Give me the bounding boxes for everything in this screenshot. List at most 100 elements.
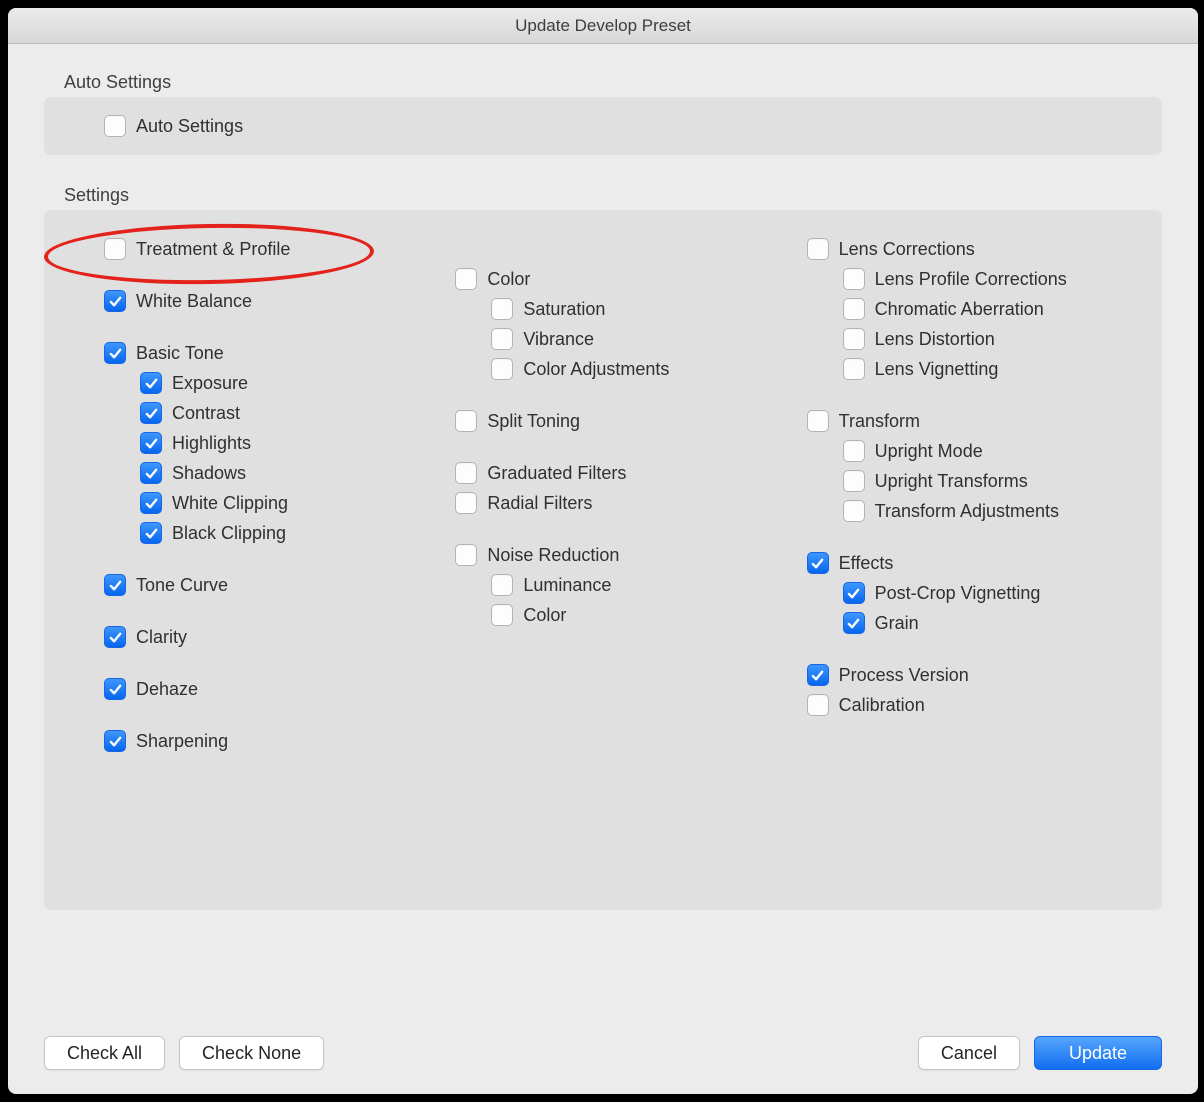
setting-label-black-clipping: Black Clipping [172, 523, 286, 544]
spacer [807, 384, 1138, 406]
setting-row-treatment-profile: Treatment & Profile [104, 234, 435, 264]
title-bar: Update Develop Preset [8, 8, 1198, 44]
setting-checkbox-lens-profile-corrections[interactable] [843, 268, 865, 290]
setting-row-effects: Effects [807, 548, 1138, 578]
setting-checkbox-grain[interactable] [843, 612, 865, 634]
setting-checkbox-upright-mode[interactable] [843, 440, 865, 462]
setting-checkbox-graduated-filters[interactable] [455, 462, 477, 484]
setting-checkbox-post-crop-vignetting[interactable] [843, 582, 865, 604]
setting-checkbox-luminance[interactable] [491, 574, 513, 596]
setting-row-tone-curve: Tone Curve [104, 570, 435, 600]
setting-checkbox-noise-reduction[interactable] [455, 544, 477, 566]
setting-checkbox-lens-distortion[interactable] [843, 328, 865, 350]
setting-row-upright-mode: Upright Mode [807, 436, 1138, 466]
auto-settings-panel: Auto Settings [44, 97, 1162, 155]
setting-label-contrast: Contrast [172, 403, 240, 424]
setting-label-lens-corrections: Lens Corrections [839, 239, 975, 260]
setting-row-transform: Transform [807, 406, 1138, 436]
setting-label-lens-profile-corrections: Lens Profile Corrections [875, 269, 1067, 290]
setting-checkbox-color-adjustments[interactable] [491, 358, 513, 380]
setting-label-clarity: Clarity [136, 627, 187, 648]
dialog-body: Auto Settings Auto Settings Settings Tre… [8, 44, 1198, 1094]
setting-label-tone-curve: Tone Curve [136, 575, 228, 596]
auto-settings-label: Auto Settings [136, 116, 243, 137]
setting-row-graduated-filters: Graduated Filters [455, 458, 786, 488]
setting-row-vibrance: Vibrance [455, 324, 786, 354]
setting-row-white-balance: White Balance [104, 286, 435, 316]
setting-checkbox-color[interactable] [455, 268, 477, 290]
setting-row-color: Color [455, 264, 786, 294]
setting-label-exposure: Exposure [172, 373, 248, 394]
setting-row-upright-transforms: Upright Transforms [807, 466, 1138, 496]
setting-label-radial-filters: Radial Filters [487, 493, 592, 514]
spacer [807, 526, 1138, 548]
setting-checkbox-calibration[interactable] [807, 694, 829, 716]
setting-label-vibrance: Vibrance [523, 329, 594, 350]
setting-label-sharpening: Sharpening [136, 731, 228, 752]
setting-checkbox-treatment-profile[interactable] [104, 238, 126, 260]
auto-settings-checkbox[interactable] [104, 115, 126, 137]
setting-checkbox-white-clipping[interactable] [140, 492, 162, 514]
spacer [104, 316, 435, 338]
check-all-label: Check All [67, 1043, 142, 1064]
cancel-button[interactable]: Cancel [918, 1036, 1020, 1070]
setting-checkbox-sharpening[interactable] [104, 730, 126, 752]
setting-checkbox-lens-corrections[interactable] [807, 238, 829, 260]
setting-row-shadows: Shadows [104, 458, 435, 488]
setting-checkbox-vibrance[interactable] [491, 328, 513, 350]
update-button[interactable]: Update [1034, 1036, 1162, 1070]
setting-row-sharpening: Sharpening [104, 726, 435, 756]
setting-label-transform-adjustments: Transform Adjustments [875, 501, 1059, 522]
setting-checkbox-dehaze[interactable] [104, 678, 126, 700]
setting-checkbox-saturation[interactable] [491, 298, 513, 320]
setting-label-color-adjustments: Color Adjustments [523, 359, 669, 380]
setting-checkbox-basic-tone[interactable] [104, 342, 126, 364]
setting-checkbox-split-toning[interactable] [455, 410, 477, 432]
check-all-button[interactable]: Check All [44, 1036, 165, 1070]
setting-label-lens-distortion: Lens Distortion [875, 329, 995, 350]
settings-panel: Treatment & Profile White Balance Basic To… [44, 210, 1162, 910]
setting-checkbox-transform[interactable] [807, 410, 829, 432]
setting-label-saturation: Saturation [523, 299, 605, 320]
spacer [455, 384, 786, 406]
setting-checkbox-lens-vignetting[interactable] [843, 358, 865, 380]
setting-checkbox-clarity[interactable] [104, 626, 126, 648]
setting-label-calibration: Calibration [839, 695, 925, 716]
setting-checkbox-radial-filters[interactable] [455, 492, 477, 514]
setting-row-color-adjustments: Color Adjustments [455, 354, 786, 384]
setting-checkbox-effects[interactable] [807, 552, 829, 574]
setting-row-lens-corrections: Lens Corrections [807, 234, 1138, 264]
setting-checkbox-exposure[interactable] [140, 372, 162, 394]
setting-row-post-crop-vignetting: Post-Crop Vignetting [807, 578, 1138, 608]
setting-row-noise-reduction: Noise Reduction [455, 540, 786, 570]
setting-checkbox-white-balance[interactable] [104, 290, 126, 312]
setting-row-dehaze: Dehaze [104, 674, 435, 704]
setting-label-white-balance: White Balance [136, 291, 252, 312]
setting-row-luminance: Luminance [455, 570, 786, 600]
setting-row-highlights: Highlights [104, 428, 435, 458]
setting-row-basic-tone: Basic Tone [104, 338, 435, 368]
setting-checkbox-shadows[interactable] [140, 462, 162, 484]
setting-checkbox-tone-curve[interactable] [104, 574, 126, 596]
setting-checkbox-black-clipping[interactable] [140, 522, 162, 544]
setting-label-split-toning: Split Toning [487, 411, 580, 432]
settings-col-3: Lens Corrections Lens Profile Corrections… [787, 234, 1138, 756]
spacer [807, 638, 1138, 660]
setting-label-chromatic-aberration: Chromatic Aberration [875, 299, 1044, 320]
setting-checkbox-process-version[interactable] [807, 664, 829, 686]
setting-label-highlights: Highlights [172, 433, 251, 454]
setting-row-chromatic-aberration: Chromatic Aberration [807, 294, 1138, 324]
setting-checkbox-chromatic-aberration[interactable] [843, 298, 865, 320]
setting-checkbox-upright-transforms[interactable] [843, 470, 865, 492]
setting-checkbox-transform-adjustments[interactable] [843, 500, 865, 522]
setting-checkbox-color[interactable] [491, 604, 513, 626]
setting-label-basic-tone: Basic Tone [136, 343, 224, 364]
setting-checkbox-contrast[interactable] [140, 402, 162, 424]
check-none-button[interactable]: Check None [179, 1036, 324, 1070]
setting-label-noise-reduction: Noise Reduction [487, 545, 619, 566]
setting-checkbox-highlights[interactable] [140, 432, 162, 454]
setting-row-radial-filters: Radial Filters [455, 488, 786, 518]
setting-label-white-clipping: White Clipping [172, 493, 288, 514]
spacer [104, 652, 435, 674]
setting-label-post-crop-vignetting: Post-Crop Vignetting [875, 583, 1041, 604]
